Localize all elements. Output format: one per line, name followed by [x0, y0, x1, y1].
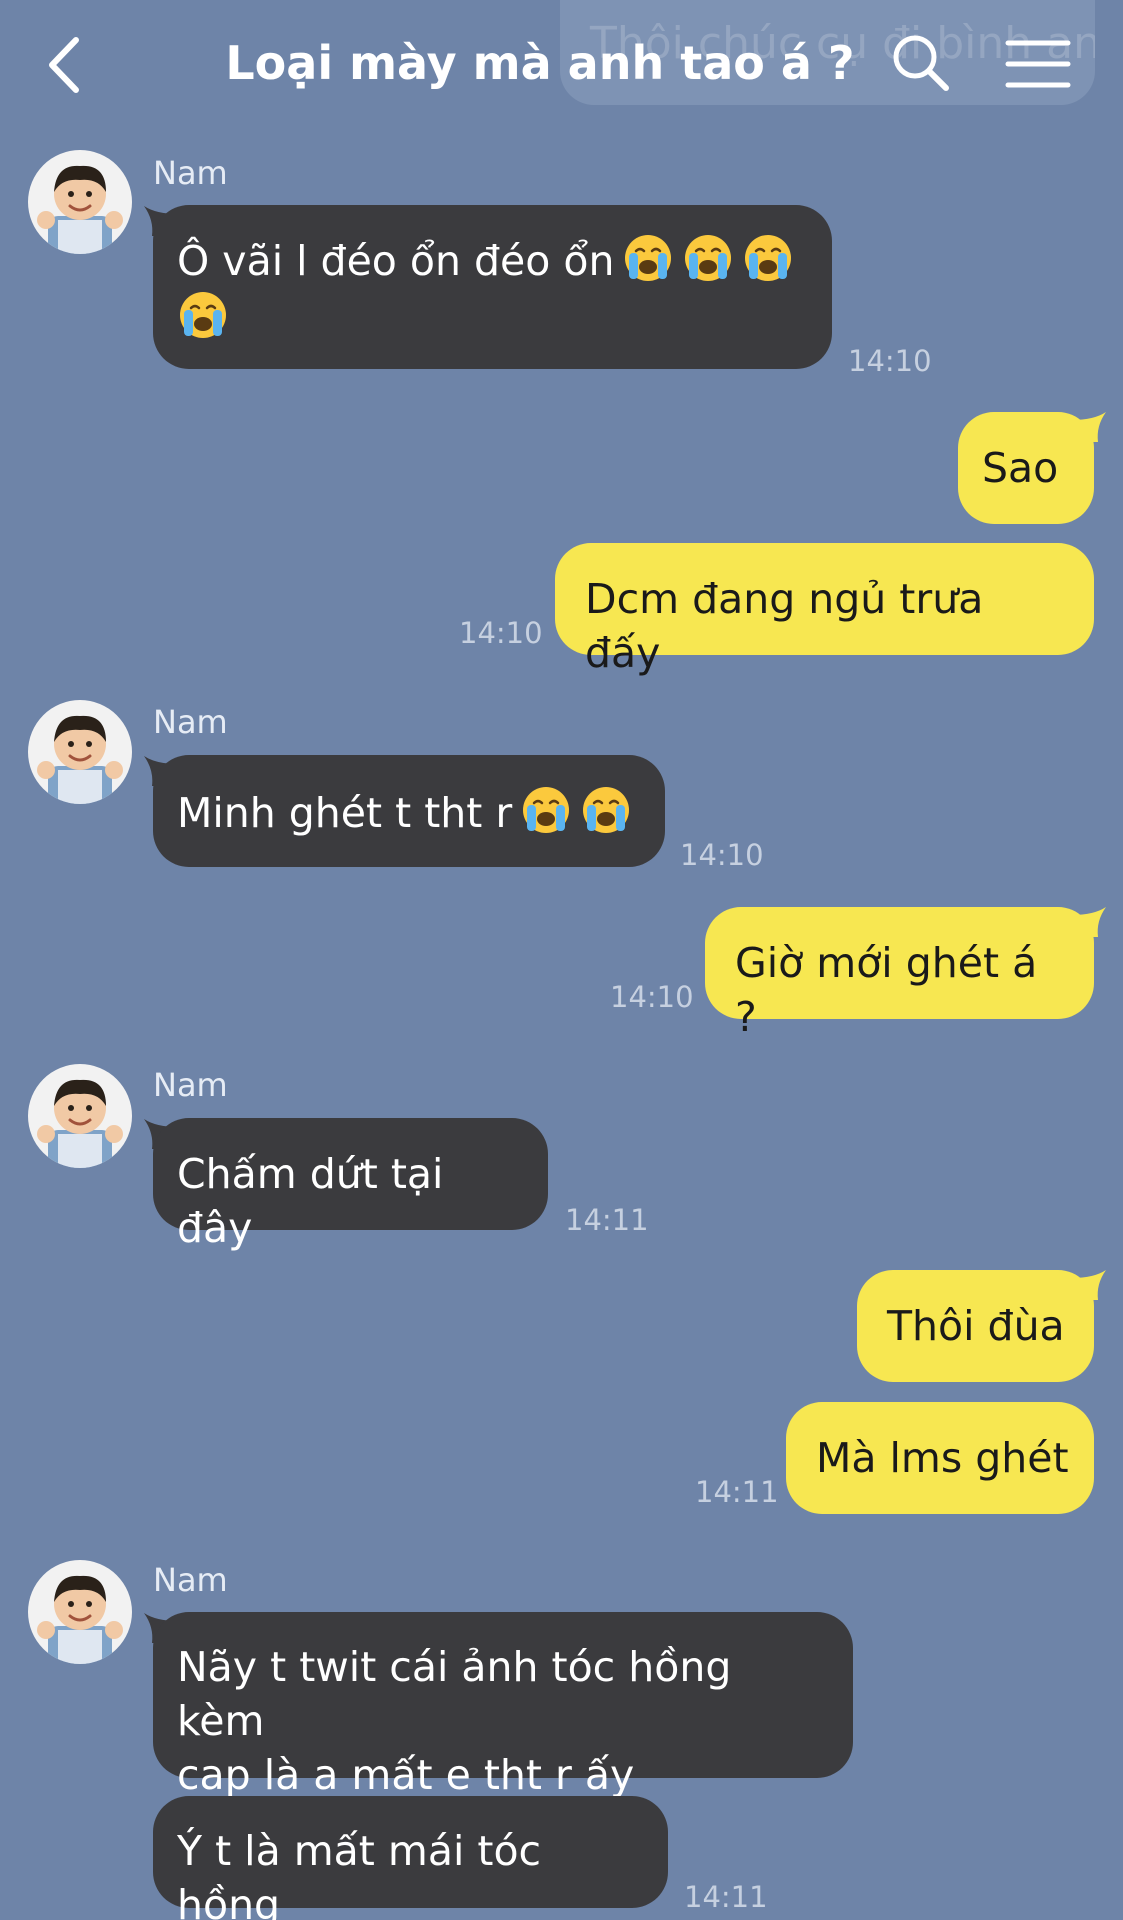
message-text: Chấm dứt tại đây	[177, 1150, 444, 1252]
bubble-tail	[1072, 1270, 1106, 1300]
sender-name: Nam	[153, 703, 228, 741]
message-text-line2: cap là a mất e tht r ấy	[177, 1751, 635, 1799]
message-bubble-incoming[interactable]: Ý t là mất mái tóc hồng	[153, 1796, 668, 1920]
sender-name: Nam	[153, 154, 228, 192]
avatar[interactable]	[28, 1560, 132, 1664]
message-bubble-incoming[interactable]: Nãy t twit cái ảnh tóc hồng kèm cap là a…	[153, 1612, 853, 1799]
message-time: 14:10	[610, 980, 694, 1014]
avatar[interactable]	[28, 150, 132, 254]
message-bubble-incoming[interactable]: Minh ghét t tht r	[153, 755, 665, 867]
message-text: Ô vãi l đéo ổn đéo ổn	[177, 237, 615, 285]
chat-screen: Thôi chúc cụ đi bình an Loại mày mà anh …	[0, 0, 1123, 1920]
crying-emoji-icon	[742, 231, 794, 283]
chat-title: Loại mày mà anh tao á ?	[225, 36, 855, 90]
avatar-image	[28, 1560, 132, 1664]
bubble-tail	[1072, 907, 1106, 937]
avatar-image	[28, 700, 132, 804]
crying-emoji-icon	[622, 231, 674, 283]
avatar-image	[28, 150, 132, 254]
avatar-image	[28, 1064, 132, 1168]
back-button[interactable]	[40, 30, 96, 100]
message-text: Sao	[982, 444, 1059, 492]
crying-emoji-icon	[580, 783, 632, 835]
message-bubble-outgoing[interactable]: Mà lms ghét	[786, 1402, 1094, 1514]
chevron-left-icon	[49, 37, 79, 93]
message-text: Dcm đang ngủ trưa đấy	[585, 575, 984, 677]
message-time: 14:11	[695, 1475, 779, 1509]
hamburger-menu-icon	[1005, 40, 1071, 88]
message-time: 14:11	[684, 1880, 768, 1914]
message-time: 14:11	[565, 1203, 649, 1237]
message-time: 14:10	[680, 838, 764, 872]
message-time: 14:10	[459, 616, 543, 650]
message-text: Thôi đùa	[887, 1302, 1065, 1350]
sender-name: Nam	[153, 1561, 228, 1599]
message-text: Mà lms ghét	[816, 1434, 1069, 1482]
message-text: Nãy t twit cái ảnh tóc hồng kèm	[177, 1643, 732, 1745]
avatar[interactable]	[28, 1064, 132, 1168]
search-icon	[893, 35, 949, 91]
menu-button[interactable]	[1005, 38, 1071, 90]
message-bubble-outgoing[interactable]: Dcm đang ngủ trưa đấy	[555, 543, 1094, 677]
crying-emoji-icon	[520, 783, 572, 835]
search-button[interactable]	[890, 32, 952, 94]
message-bubble-incoming[interactable]: Ô vãi l đéo ổn đéo ổn	[153, 205, 832, 369]
message-time: 14:10	[848, 344, 932, 378]
message-text: Minh ghét t tht r	[177, 789, 513, 837]
crying-emoji-icon	[682, 231, 734, 283]
bubble-tail	[1072, 412, 1106, 442]
sender-name: Nam	[153, 1066, 228, 1104]
message-text: Giờ mới ghét á ?	[735, 939, 1038, 1041]
message-bubble-outgoing[interactable]: Giờ mới ghét á ?	[705, 907, 1094, 1041]
crying-emoji-icon	[177, 288, 229, 340]
chat-header: Thôi chúc cụ đi bình an Loại mày mà anh …	[0, 0, 1123, 130]
message-bubble-outgoing[interactable]: Thôi đùa	[857, 1270, 1094, 1382]
message-text: Ý t là mất mái tóc hồng	[177, 1827, 542, 1920]
message-bubble-incoming[interactable]: Chấm dứt tại đây	[153, 1118, 548, 1252]
avatar[interactable]	[28, 700, 132, 804]
